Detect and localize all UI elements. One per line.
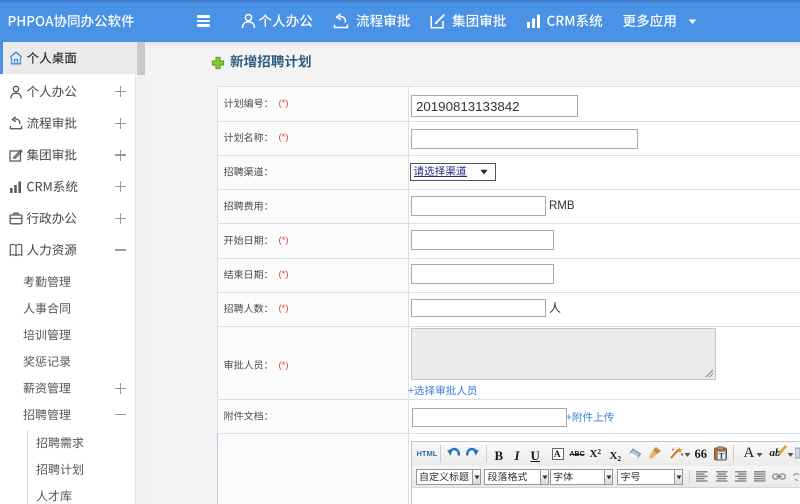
svg-text:T: T (719, 450, 725, 460)
